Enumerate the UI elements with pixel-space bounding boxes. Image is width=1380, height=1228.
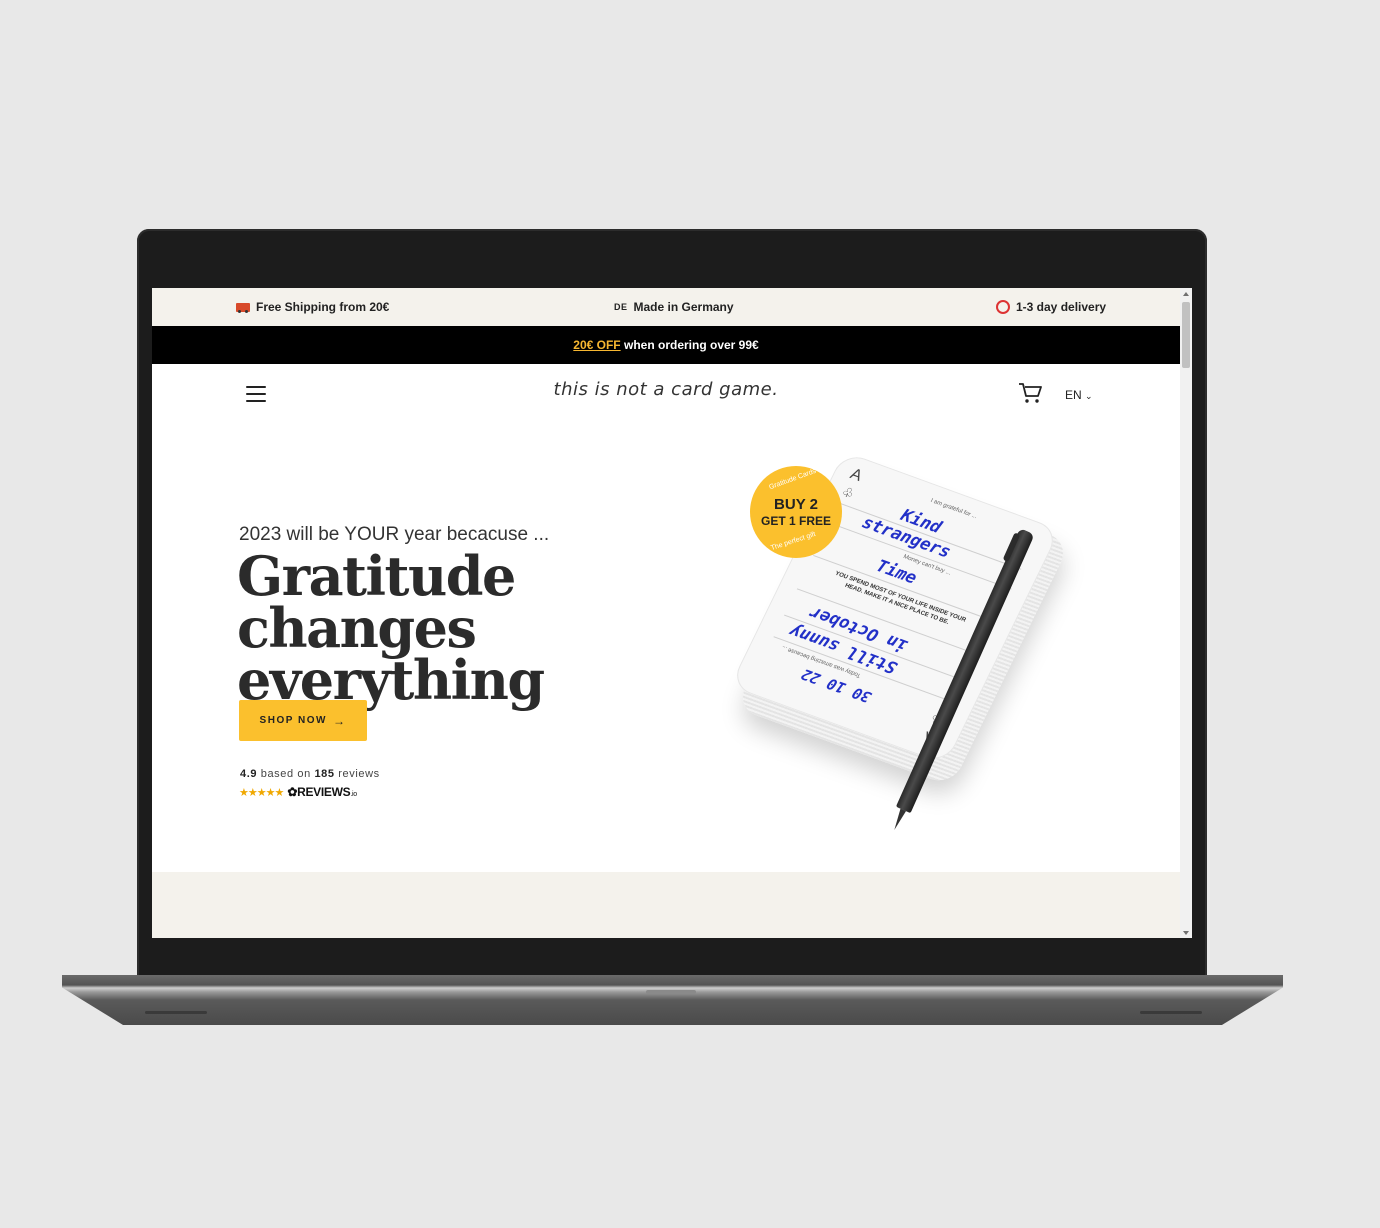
rating-count: 185 <box>314 768 335 780</box>
laptop-vent-left <box>145 1011 207 1014</box>
badge-line-1: BUY 2 <box>774 496 818 513</box>
badge-arc-bottom: The perfect gift <box>770 530 817 553</box>
delivery-notice: 1-3 day delivery <box>996 300 1106 314</box>
promo-banner: 20€ OFF when ordering over 99€ <box>152 326 1180 364</box>
scroll-down-icon[interactable] <box>1183 931 1189 935</box>
laptop-vent-right <box>1140 1011 1202 1014</box>
promo-text: when ordering over 99€ <box>623 338 759 352</box>
next-section <box>152 872 1180 938</box>
star-rating-icon: ★★★★★ <box>239 786 284 799</box>
laptop-base <box>62 975 1283 1025</box>
web-page: Free Shipping from 20€ DE Made in German… <box>152 288 1180 938</box>
cart-icon[interactable] <box>1018 382 1042 404</box>
badge-line-2: GET 1 FREE <box>760 514 831 528</box>
reviews-io-logo: ✿REVIEWS.io <box>287 785 357 799</box>
made-in-germany-text: Made in Germany <box>633 300 734 314</box>
chevron-down-icon: ⌄ <box>1085 391 1093 401</box>
arrow-right-icon: → <box>332 713 347 728</box>
scroll-thumb[interactable] <box>1182 302 1190 368</box>
promo-badge: Gratitude Cards BUY 2 GET 1 FREE The per… <box>750 466 842 558</box>
free-shipping-notice: Free Shipping from 20€ <box>236 300 389 314</box>
shop-now-label: SHOP NOW <box>259 715 327 726</box>
badge-arc-top: Gratitude Cards <box>768 467 818 492</box>
reviews-brand: REVIEWS <box>297 785 351 799</box>
info-bar: Free Shipping from 20€ DE Made in German… <box>152 288 1180 326</box>
de-flag-icon: DE <box>614 302 628 312</box>
scroll-up-icon[interactable] <box>1183 292 1189 296</box>
language-label: EN <box>1065 388 1082 402</box>
rating-reviews-word: reviews <box>338 768 380 780</box>
rating-summary: 4.9 based on 185 reviews <box>240 768 380 780</box>
card-date: 30 10 22 <box>798 665 875 707</box>
language-selector[interactable]: EN ⌄ <box>1065 388 1093 402</box>
free-shipping-text: Free Shipping from 20€ <box>256 300 390 314</box>
shop-now-button[interactable]: SHOP NOW → <box>239 700 367 741</box>
card-ace-top: A <box>847 465 865 485</box>
made-in-germany-notice: DE Made in Germany <box>614 300 734 314</box>
laptop-screen: Free Shipping from 20€ DE Made in German… <box>152 288 1192 938</box>
hero-headline: Gratitude changes everything <box>237 544 545 712</box>
page-scrollbar[interactable] <box>1180 288 1192 938</box>
delivery-text: 1-3 day delivery <box>1016 300 1107 314</box>
hero-kicker: 2023 will be YOUR year becacuse ... <box>239 524 550 545</box>
alarm-clock-icon <box>996 300 1010 314</box>
truck-icon <box>236 302 250 313</box>
laptop-hinge-notch <box>646 990 696 994</box>
reviews-suffix: .io <box>350 791 357 798</box>
promo-discount-link[interactable]: 20€ OFF <box>573 338 620 352</box>
reviews-widget[interactable]: ★★★★★ ✿REVIEWS.io <box>239 785 357 799</box>
rating-based-on: based on <box>260 768 311 780</box>
rating-score: 4.9 <box>240 768 258 780</box>
site-header: this is not a card game. EN ⌄ <box>152 364 1180 420</box>
